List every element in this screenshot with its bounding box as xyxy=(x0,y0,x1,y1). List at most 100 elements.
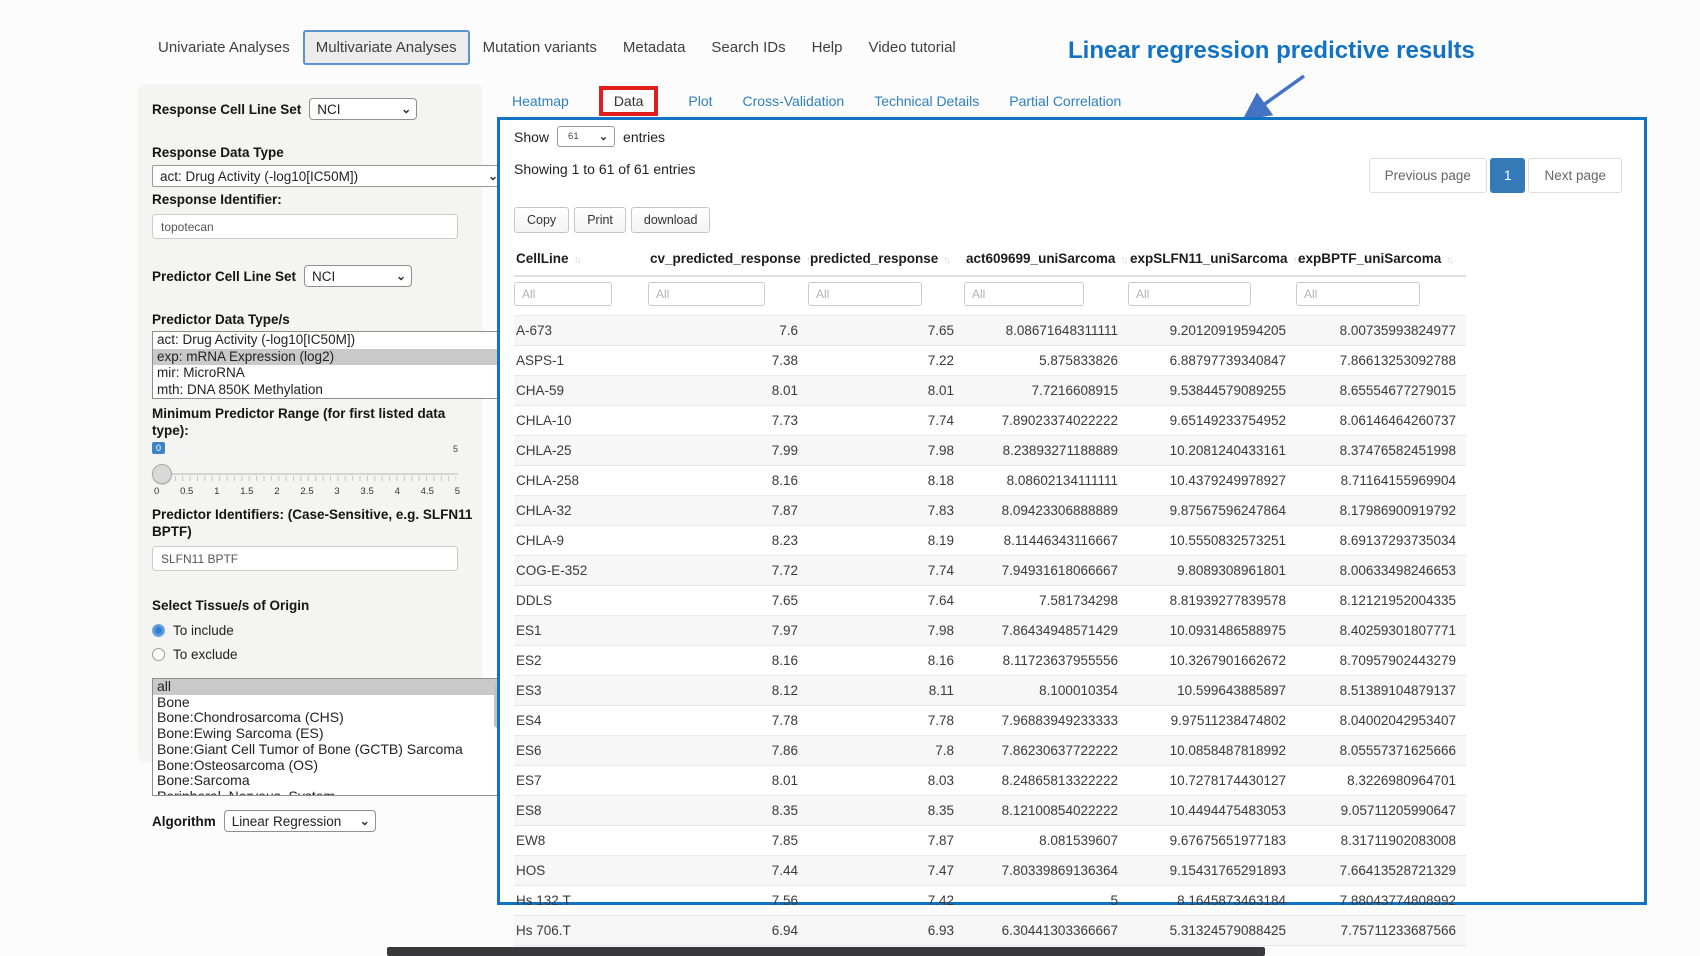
tissue-exclude-label: To exclude xyxy=(173,647,238,662)
cell-value: 7.73 xyxy=(648,406,808,436)
page-size-select[interactable]: 61 ⌄ xyxy=(557,126,615,147)
table-row[interactable]: Hs 132.T7.567.4258.16458734631847.880437… xyxy=(514,886,1466,916)
nav-item-help[interactable]: Help xyxy=(799,30,856,65)
algorithm-select[interactable]: Linear Regression ⌄ xyxy=(224,810,376,832)
tab-heatmap[interactable]: Heatmap xyxy=(512,93,569,109)
cell-line-name: ES1 xyxy=(514,616,648,646)
response-identifier-input[interactable] xyxy=(152,214,458,239)
table-row[interactable]: DDLS7.657.647.5817342988.819392778395788… xyxy=(514,586,1466,616)
table-row[interactable]: ES88.358.358.1210085402222210.4494475483… xyxy=(514,796,1466,826)
table-row[interactable]: CHLA-98.238.198.1144634311666710.5550832… xyxy=(514,526,1466,556)
response-cell-line-set-select[interactable]: NCI ⌄ xyxy=(309,98,417,120)
top-nav: Univariate AnalysesMultivariate Analyses… xyxy=(145,30,969,65)
tab-technical-details[interactable]: Technical Details xyxy=(874,93,979,109)
chevron-down-icon: ⌄ xyxy=(390,269,406,283)
table-row[interactable]: CHLA-257.997.988.2389327118888910.208124… xyxy=(514,436,1466,466)
slider-handle[interactable] xyxy=(152,464,172,484)
tissue-option-bone-giant-cell-tumor-of-bone-gctb-sarcoma[interactable]: Bone:Giant Cell Tumor of Bone (GCTB) Sar… xyxy=(153,742,503,758)
filter-input-expslfn11-unisarcoma[interactable] xyxy=(1128,282,1251,306)
nav-item-metadata[interactable]: Metadata xyxy=(610,30,699,65)
table-row[interactable]: CHLA-327.877.838.094233068888899.8756759… xyxy=(514,496,1466,526)
column-header-cv-predicted-response[interactable]: cv_predicted_response↑↓ xyxy=(648,247,808,276)
filter-input-act609699-unisarcoma[interactable] xyxy=(964,282,1084,306)
column-header-cellline[interactable]: CellLine↑↓ xyxy=(514,247,648,276)
cell-value: 8.19 xyxy=(808,526,964,556)
tissue-option-bone-ewing-sarcoma-es[interactable]: Bone:Ewing Sarcoma (ES) xyxy=(153,726,503,742)
next-page-button[interactable]: Next page xyxy=(1528,158,1622,193)
copy-button[interactable]: Copy xyxy=(514,207,569,233)
tissue-option-bone[interactable]: Bone xyxy=(153,695,503,711)
sort-icon[interactable]: ↑↓ xyxy=(1446,255,1452,266)
table-row[interactable]: ES28.168.168.1172363795555610.3267901662… xyxy=(514,646,1466,676)
filter-input-cellline[interactable] xyxy=(514,282,612,306)
predictor-data-type-option-act[interactable]: act: Drug Activity (-log10[IC50M]) xyxy=(153,332,503,349)
cell-line-name: ASPS-1 xyxy=(514,346,648,376)
tab-plot[interactable]: Plot xyxy=(688,93,712,109)
previous-page-button[interactable]: Previous page xyxy=(1369,158,1487,193)
response-data-type-label: Response Data Type xyxy=(152,144,482,161)
table-row[interactable]: COG-E-3527.727.747.949316180666679.80893… xyxy=(514,556,1466,586)
table-row[interactable]: ES47.787.787.968839492333339.97511238474… xyxy=(514,706,1466,736)
cell-value: 7.86613253092788 xyxy=(1296,346,1466,376)
predictor-identifiers-input[interactable] xyxy=(152,546,458,571)
table-row[interactable]: CHLA-2588.168.188.0860213411111110.43792… xyxy=(514,466,1466,496)
column-header-expbptf-unisarcoma[interactable]: expBPTF_uniSarcoma↑↓ xyxy=(1296,247,1466,276)
cell-value: 8.23893271188889 xyxy=(964,436,1128,466)
predictor-cell-line-set-select[interactable]: NCI ⌄ xyxy=(304,265,412,287)
filter-input-expbptf-unisarcoma[interactable] xyxy=(1296,282,1420,306)
nav-item-search-ids[interactable]: Search IDs xyxy=(698,30,798,65)
column-header-predicted-response[interactable]: predicted_response↑↓ xyxy=(808,247,964,276)
sort-icon[interactable]: ↑↓ xyxy=(1120,255,1126,266)
page-1-button[interactable]: 1 xyxy=(1490,158,1526,193)
nav-item-video-tutorial[interactable]: Video tutorial xyxy=(855,30,968,65)
table-row[interactable]: ES17.977.987.8643494857142910.0931486588… xyxy=(514,616,1466,646)
cell-value: 8.08671648311111 xyxy=(964,316,1128,346)
tab-partial-correlation[interactable]: Partial Correlation xyxy=(1009,93,1121,109)
slider-tick-label: 5 xyxy=(455,486,460,497)
column-header-label: expSLFN11_uniSarcoma xyxy=(1130,251,1288,266)
tissue-include-radio[interactable]: To include xyxy=(152,623,482,638)
table-row[interactable]: ES67.867.87.8623063772222210.08584878189… xyxy=(514,736,1466,766)
cell-value: 7.42 xyxy=(808,886,964,916)
chevron-down-icon: ⌄ xyxy=(599,130,608,143)
cell-value: 7.8 xyxy=(808,736,964,766)
table-row[interactable]: Hs 706.T6.946.936.304413033666675.313245… xyxy=(514,916,1466,946)
slider-track[interactable] xyxy=(152,473,458,475)
nav-item-mutation-variants[interactable]: Mutation variants xyxy=(470,30,610,65)
filter-input-cv-predicted-response[interactable] xyxy=(648,282,765,306)
response-data-type-select[interactable]: act: Drug Activity (-log10[IC50M]) ⌄ xyxy=(152,165,504,187)
table-row[interactable]: HOS7.447.477.803398691363649.15431765291… xyxy=(514,856,1466,886)
table-row[interactable]: CHLA-107.737.747.890233740222229.6514923… xyxy=(514,406,1466,436)
filter-input-predicted-response[interactable] xyxy=(808,282,922,306)
column-header-act609699-unisarcoma[interactable]: act609699_uniSarcoma↑↓ xyxy=(964,247,1128,276)
tab-cross-validation[interactable]: Cross-Validation xyxy=(743,93,845,109)
tissue-option-all[interactable]: all xyxy=(153,679,503,695)
tissue-exclude-radio[interactable]: To exclude xyxy=(152,647,482,662)
print-button[interactable]: Print xyxy=(574,207,626,233)
table-row[interactable]: CHA-598.018.017.72166089159.538445790892… xyxy=(514,376,1466,406)
tissue-option-bone-sarcoma[interactable]: Bone:Sarcoma xyxy=(153,773,503,789)
predictor-data-type-option-mir[interactable]: mir: MicroRNA xyxy=(153,365,503,382)
tissue-option-bone-chondrosarcoma-chs[interactable]: Bone:Chondrosarcoma (CHS) xyxy=(153,710,503,726)
table-row[interactable]: ASPS-17.387.225.8758338266.8879773934084… xyxy=(514,346,1466,376)
table-row[interactable]: ES38.128.118.10001035410.5996438858978.5… xyxy=(514,676,1466,706)
predictor-data-type-option-exp[interactable]: exp: mRNA Expression (log2) xyxy=(153,349,503,366)
column-header-expslfn11-unisarcoma[interactable]: expSLFN11_uniSarcoma↑↓ xyxy=(1128,247,1296,276)
table-row[interactable]: A-6737.67.658.086716483111119.2012091959… xyxy=(514,316,1466,346)
nav-item-multivariate-analyses[interactable]: Multivariate Analyses xyxy=(303,30,470,65)
table-row[interactable]: EW87.857.878.0815396079.676756519771838.… xyxy=(514,826,1466,856)
sort-icon[interactable]: ↑↓ xyxy=(574,255,580,266)
chevron-down-icon: ⌄ xyxy=(354,814,370,828)
tissue-option-peripheral-nervous-system[interactable]: Peripheral_Nervous_System xyxy=(153,789,503,796)
sort-icon[interactable]: ↑↓ xyxy=(943,255,949,266)
tab-data[interactable]: Data xyxy=(599,86,659,116)
slider-tick-label: 3 xyxy=(334,486,339,497)
table-row[interactable]: ES78.018.038.2486581332222210.7278174430… xyxy=(514,766,1466,796)
cell-value: 7.65 xyxy=(808,316,964,346)
download-button[interactable]: download xyxy=(631,207,711,233)
predictor-data-type-option-mth[interactable]: mth: DNA 850K Methylation xyxy=(153,382,503,399)
cell-value: 8.04002042953407 xyxy=(1296,706,1466,736)
nav-item-univariate-analyses[interactable]: Univariate Analyses xyxy=(145,30,303,65)
tissue-option-bone-osteosarcoma-os[interactable]: Bone:Osteosarcoma (OS) xyxy=(153,758,503,774)
filter-cell xyxy=(808,276,964,316)
